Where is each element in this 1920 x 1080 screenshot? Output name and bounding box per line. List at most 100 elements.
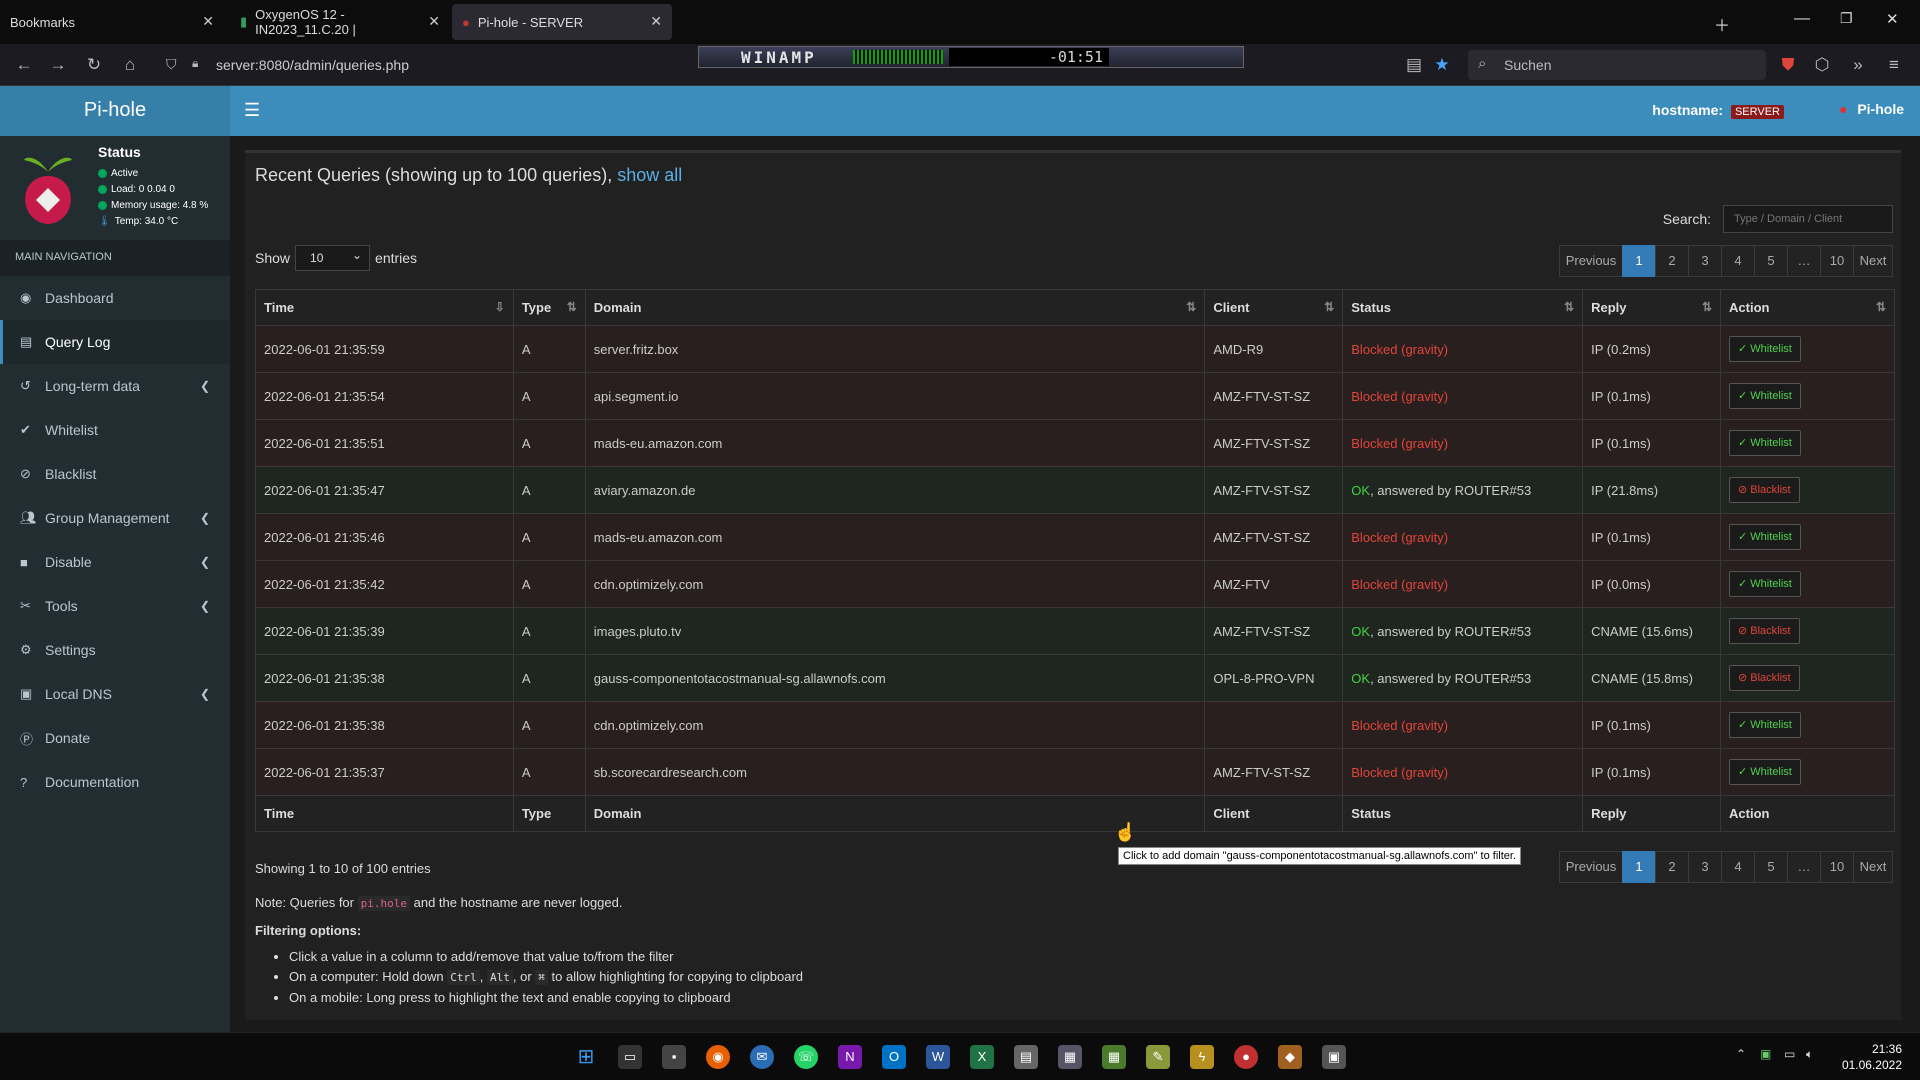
overflow-icon[interactable]: » [1846, 53, 1870, 77]
onenote-icon[interactable]: N [838, 1045, 862, 1069]
cell-time[interactable]: 2022-06-01 21:35:42 [255, 560, 514, 608]
cell-status[interactable]: Blocked (gravity) [1342, 372, 1584, 420]
sidebar-item-disable[interactable]: ■ Disable ❮ [0, 540, 230, 584]
app-icon[interactable]: ▦ [1058, 1045, 1082, 1069]
pager-page[interactable]: 4 [1721, 851, 1755, 883]
cell-client[interactable]: AMZ-FTV-ST-SZ [1204, 466, 1344, 514]
column-header-time[interactable]: Time ⇩ [255, 289, 514, 326]
cell-status[interactable]: OK, answered by ROUTER#53 [1342, 654, 1584, 702]
file-icon[interactable]: ▤ [1014, 1045, 1038, 1069]
cell-status[interactable]: Blocked (gravity) [1342, 419, 1584, 467]
entries-select[interactable]: 10 [295, 243, 371, 271]
menu-icon[interactable]: ≡ [1882, 53, 1906, 77]
whitelist-button[interactable]: ✓ Whitelist [1729, 571, 1801, 597]
blacklist-button[interactable]: ⊘ Blacklist [1729, 477, 1800, 503]
cell-reply[interactable]: CNAME (15.8ms) [1582, 654, 1722, 702]
cell-time[interactable]: 2022-06-01 21:35:38 [255, 654, 514, 702]
browser-search[interactable]: ⌕ Suchen [1468, 50, 1766, 80]
cell-reply[interactable]: IP (21.8ms) [1582, 466, 1722, 514]
cell-type[interactable]: A [512, 607, 586, 655]
back-icon[interactable]: ← [12, 53, 36, 77]
cell-status[interactable]: Blocked (gravity) [1342, 748, 1584, 796]
cell-time[interactable]: 2022-06-01 21:35:46 [255, 513, 514, 561]
column-header-status[interactable]: Status ⇅ [1342, 289, 1584, 326]
column-header-domain[interactable]: Domain ⇅ [584, 289, 1206, 326]
cell-reply[interactable]: IP (0.0ms) [1582, 560, 1722, 608]
pihole-logo[interactable]: Pi-hole [0, 86, 230, 136]
tab-bookmarks[interactable]: Bookmarks ✕ [0, 4, 224, 40]
cell-domain[interactable]: cdn.optimizely.com [584, 560, 1206, 608]
cell-type[interactable]: A [512, 560, 586, 608]
sidebar-item-whitelist[interactable]: ✔ Whitelist [0, 408, 230, 452]
pager-next[interactable]: Next [1853, 851, 1893, 883]
cell-type[interactable]: A [512, 325, 586, 373]
cell-domain[interactable]: api.segment.io [584, 372, 1206, 420]
window-close-icon[interactable]: ✕ [1886, 10, 1899, 28]
column-header-action[interactable]: Action ⇅ [1720, 289, 1895, 326]
pager-page[interactable]: 5 [1754, 851, 1788, 883]
column-header-client[interactable]: Client ⇅ [1204, 289, 1344, 326]
sidebar-item-blacklist[interactable]: ⊘ Blacklist [0, 452, 230, 496]
cell-reply[interactable]: CNAME (15.6ms) [1582, 607, 1722, 655]
cell-client[interactable]: AMZ-FTV-ST-SZ [1204, 372, 1344, 420]
tab-oxygenos[interactable]: ▮ OxygenOS 12 - IN2023_11.C.20 | ✕ [230, 4, 450, 40]
reader-icon[interactable]: ▤ [1402, 53, 1426, 77]
cell-domain[interactable]: gauss-componentotacostmanual-sg.allawnof… [584, 654, 1206, 702]
close-icon[interactable]: ✕ [650, 13, 662, 30]
whitelist-button[interactable]: ✓ Whitelist [1729, 336, 1801, 362]
cell-status[interactable]: Blocked (gravity) [1342, 560, 1584, 608]
cell-time[interactable]: 2022-06-01 21:35:39 [255, 607, 514, 655]
pager-page[interactable]: 2 [1655, 245, 1689, 277]
cell-client[interactable]: AMZ-FTV-ST-SZ [1204, 513, 1344, 561]
cell-time[interactable]: 2022-06-01 21:35:37 [255, 748, 514, 796]
app-icon[interactable]: ▣ [1322, 1045, 1346, 1069]
ublock-icon[interactable]: ⛊ [1776, 53, 1800, 77]
cell-type[interactable]: A [512, 701, 586, 749]
close-icon[interactable]: ✕ [202, 13, 214, 30]
cell-time[interactable]: 2022-06-01 21:35:51 [255, 419, 514, 467]
column-header-reply[interactable]: Reply ⇅ [1582, 289, 1722, 326]
tray-app-icon[interactable]: ▣ [1760, 1047, 1771, 1061]
restore-icon[interactable]: ❐ [1840, 10, 1853, 27]
whitelist-button[interactable]: ✓ Whitelist [1729, 383, 1801, 409]
url-bar[interactable]: ⛉ 🔒︎ server:8080/admin/queries.php [160, 50, 690, 80]
home-icon[interactable]: ⌂ [118, 53, 142, 77]
cell-client[interactable] [1204, 701, 1344, 749]
cell-domain[interactable]: cdn.optimizely.com [584, 701, 1206, 749]
forward-icon[interactable]: → [46, 53, 70, 77]
search-input[interactable]: Type / Domain / Client [1723, 205, 1893, 233]
cell-status[interactable]: Blocked (gravity) [1342, 701, 1584, 749]
firefox-icon[interactable]: ◉ [706, 1045, 730, 1069]
windows-start-icon[interactable]: ⊞ [574, 1045, 598, 1069]
volume-icon[interactable]: 🔈︎ [1806, 1047, 1813, 1062]
taskbar-clock[interactable]: 21:36 01.06.2022 [1842, 1041, 1902, 1073]
pager-next[interactable]: Next [1853, 245, 1893, 277]
pager-page[interactable]: 3 [1688, 245, 1722, 277]
sidebar-item-dashboard[interactable]: ◉ Dashboard [0, 276, 230, 320]
close-icon[interactable]: ✕ [428, 13, 440, 30]
word-icon[interactable]: W [926, 1045, 950, 1069]
pager-page[interactable]: 1 [1622, 851, 1656, 883]
pager-page[interactable]: 2 [1655, 851, 1689, 883]
cell-domain[interactable]: mads-eu.amazon.com [584, 419, 1206, 467]
network-icon[interactable]: ▭ [1784, 1047, 1795, 1061]
sidebar-item-query-log[interactable]: ▤ Query Log [0, 320, 230, 364]
cell-time[interactable]: 2022-06-01 21:35:59 [255, 325, 514, 373]
spreadsheet-icon[interactable]: ▦ [1102, 1045, 1126, 1069]
cell-client[interactable]: AMZ-FTV-ST-SZ [1204, 748, 1344, 796]
pager-previous[interactable]: Previous [1559, 851, 1623, 883]
sidebar-item-group-management[interactable]: 👥︎ Group Management ❮ [0, 496, 230, 540]
cell-status[interactable]: OK, answered by ROUTER#53 [1342, 607, 1584, 655]
tray-chevron-up-icon[interactable]: ⌃ [1736, 1047, 1746, 1061]
whitelist-button[interactable]: ✓ Whitelist [1729, 524, 1801, 550]
pager-page[interactable]: 10 [1820, 851, 1854, 883]
cell-time[interactable]: 2022-06-01 21:35:47 [255, 466, 514, 514]
cell-domain[interactable]: images.pluto.tv [584, 607, 1206, 655]
cell-client[interactable]: AMZ-FTV [1204, 560, 1344, 608]
url-text[interactable]: server:8080/admin/queries.php [216, 57, 409, 73]
cell-domain[interactable]: mads-eu.amazon.com [584, 513, 1206, 561]
cell-reply[interactable]: IP (0.1ms) [1582, 372, 1722, 420]
cell-domain[interactable]: server.fritz.box [584, 325, 1206, 373]
cell-reply[interactable]: IP (0.1ms) [1582, 419, 1722, 467]
pager-page[interactable]: 10 [1820, 245, 1854, 277]
